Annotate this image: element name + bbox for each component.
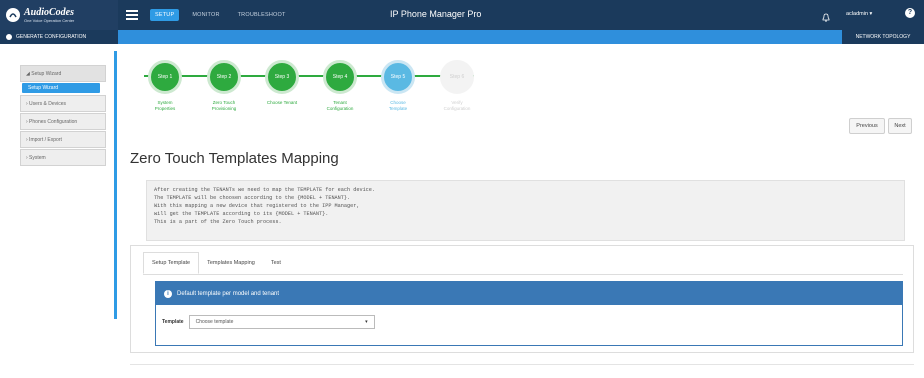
app-title: IP Phone Manager Pro xyxy=(390,9,482,19)
step-circle: Step 4 xyxy=(323,60,357,94)
wizard-step-3[interactable]: Step 3 Choose Tenant xyxy=(255,60,309,106)
page-title: Zero Touch Templates Mapping xyxy=(130,150,339,167)
action-bar: GENERATE CONFIGURATION NETWORK TOPOLOGY xyxy=(0,30,924,44)
wizard-step-2[interactable]: Step 2 Zero Touch Provisioning xyxy=(197,60,251,112)
network-topology-button[interactable]: NETWORK TOPOLOGY xyxy=(842,30,924,44)
sidebar-scrollbar[interactable] xyxy=(114,51,117,319)
sidebar-item-setup-wizard[interactable]: Setup Wizard xyxy=(22,83,100,93)
tab-troubleshoot[interactable]: TROUBLESHOOT xyxy=(233,9,291,21)
step-label: Tenant Configuration xyxy=(326,100,354,111)
sidebar-item-system[interactable]: › System xyxy=(20,149,106,166)
wizard-step-1[interactable]: Step 1 System Properties xyxy=(138,60,192,112)
template-label: Template xyxy=(162,319,184,325)
template-select[interactable]: Choose template ▾ xyxy=(188,315,375,329)
previous-button[interactable]: Previous xyxy=(849,118,885,134)
box-title: Default template per model and tenant xyxy=(177,290,280,297)
template-panel: Setup Template Templates Mapping Test i … xyxy=(130,245,914,353)
bell-icon[interactable] xyxy=(822,9,830,27)
hamburger-menu-icon[interactable] xyxy=(126,10,138,20)
help-icon[interactable]: ? xyxy=(905,8,915,18)
gear-icon xyxy=(6,34,12,40)
brand-tagline: One Voice Operation Center xyxy=(24,17,75,23)
tab-test[interactable]: Test xyxy=(263,252,289,274)
wizard-step-4[interactable]: Step 4 Tenant Configuration xyxy=(313,60,367,112)
setup-wizard-steps: Step 1 System Properties Step 2 Zero Touc… xyxy=(130,50,913,145)
step-circle: Step 2 xyxy=(207,60,241,94)
sidebar-item-setup-wizard-group[interactable]: ◢ Setup Wizard xyxy=(20,65,106,82)
info-icon: i xyxy=(164,289,172,298)
generate-configuration-button[interactable]: GENERATE CONFIGURATION xyxy=(0,30,118,44)
tab-monitor[interactable]: MONITOR xyxy=(187,9,224,21)
chevron-down-icon: ▾ xyxy=(365,319,368,325)
brand-name: AudioCodes xyxy=(24,6,75,18)
box-header: i Default template per model and tenant xyxy=(156,282,902,305)
generate-configuration-label: GENERATE CONFIGURATION xyxy=(16,34,87,40)
info-description: After creating the TENANTs we need to ma… xyxy=(146,180,905,241)
brand-logo[interactable]: AudioCodes One Voice Operation Center xyxy=(0,0,118,30)
step-circle: Step 3 xyxy=(265,60,299,94)
tab-setup-template[interactable]: Setup Template xyxy=(143,252,200,274)
sidebar-item-import-export[interactable]: › Import / Export xyxy=(20,131,106,148)
default-template-box: i Default template per model and tenant … xyxy=(155,281,903,346)
wizard-step-5[interactable]: Step 5 Choose Template xyxy=(371,60,425,112)
panel-tabs: Setup Template Templates Mapping Test xyxy=(143,252,289,274)
step-label: Zero Touch Provisioning xyxy=(211,100,237,111)
sidebar-item-users-devices[interactable]: › Users & Devices xyxy=(20,95,106,112)
step-label: Choose Tenant xyxy=(266,100,298,105)
tab-setup[interactable]: SETUP xyxy=(150,9,180,21)
step-label: Choose Template xyxy=(388,100,408,111)
step-label: Verify Configuration xyxy=(443,100,471,111)
tab-templates-mapping[interactable]: Templates Mapping xyxy=(199,252,263,274)
wizard-step-6: Step 6 Verify Configuration xyxy=(430,60,484,112)
step-circle: Step 1 xyxy=(148,60,182,94)
step-circle: Step 6 xyxy=(440,60,474,94)
step-circle: Step 5 xyxy=(381,60,415,94)
sidebar-item-phones-configuration[interactable]: › Phones Configuration xyxy=(20,113,106,130)
template-field: Template Choose template ▾ xyxy=(162,315,375,329)
top-navbar: AudioCodes One Voice Operation Center SE… xyxy=(0,0,924,30)
next-button[interactable]: Next xyxy=(888,118,912,134)
sidebar: ◢ Setup Wizard Setup Wizard › Users & De… xyxy=(20,65,106,167)
user-menu[interactable]: acladmin ▾ xyxy=(846,11,872,17)
audiocodes-logo-icon xyxy=(6,8,20,22)
step-label: System Properties xyxy=(154,100,176,111)
